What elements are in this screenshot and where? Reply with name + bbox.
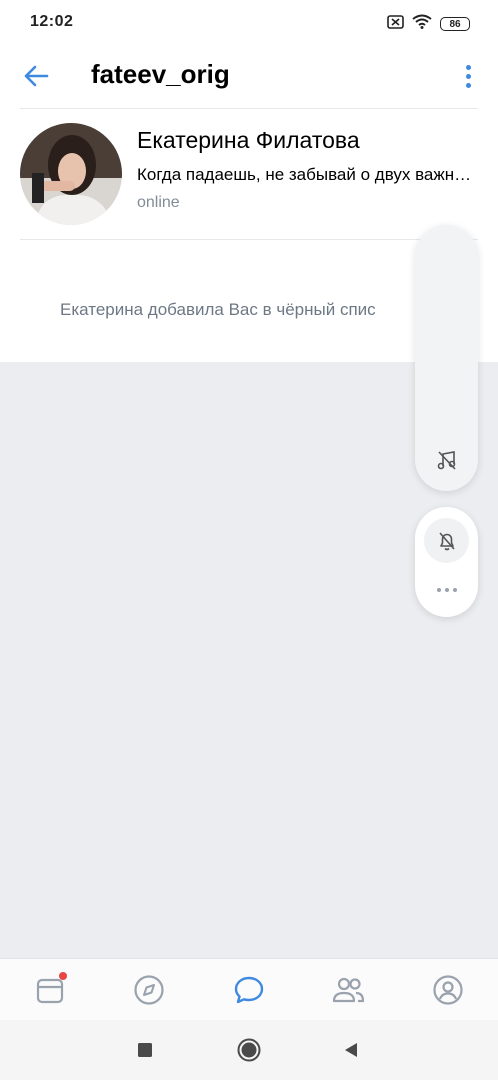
divider: [20, 239, 478, 240]
music-off-icon: [437, 450, 456, 470]
recent-apps-button[interactable]: [132, 1037, 158, 1063]
music-button[interactable]: [424, 442, 469, 477]
actions-panel: [415, 507, 478, 617]
triangle-back-icon: [345, 1043, 357, 1057]
square-icon: [138, 1043, 152, 1057]
more-actions-button[interactable]: [424, 575, 469, 605]
nav-news[interactable]: [28, 969, 72, 1011]
arrow-left-icon: [24, 65, 49, 87]
nav-friends[interactable]: [326, 969, 370, 1011]
profile-status: Когда падаешь, не забывай о двух важных …: [137, 165, 475, 184]
online-status: online: [137, 194, 180, 211]
nav-messages[interactable]: [227, 969, 271, 1011]
divider: [20, 108, 478, 109]
system-navigation: [0, 1020, 498, 1080]
explore-icon: [134, 975, 164, 1005]
wifi-icon: [412, 14, 432, 34]
status-icons: 86: [387, 14, 470, 34]
messages-icon: [234, 976, 264, 1004]
bottom-navigation: [0, 958, 498, 1020]
blacklist-message: Екатерина добавила Вас в чёрный спис: [60, 300, 376, 319]
avatar[interactable]: [20, 123, 122, 225]
status-time: 12:02: [30, 13, 74, 30]
profile-name[interactable]: Екатерина Филатова: [137, 127, 360, 154]
status-bar: 12:02 86: [0, 0, 498, 44]
sim-off-icon: [387, 14, 404, 34]
nav-explore[interactable]: [127, 969, 171, 1011]
home-circle-icon: [237, 1038, 261, 1062]
page-title[interactable]: fateev_orig: [91, 59, 230, 90]
chat-header: fateev_orig: [0, 44, 498, 108]
more-horizontal-icon: [436, 588, 441, 592]
more-options-button[interactable]: [456, 58, 480, 94]
friends-icon: [332, 977, 365, 1003]
more-vertical-icon: [465, 64, 471, 70]
system-back-button[interactable]: [338, 1037, 364, 1063]
bell-off-icon: [438, 531, 455, 550]
notification-dot: [59, 972, 67, 980]
mute-button[interactable]: [424, 518, 469, 563]
battery-icon: 86: [440, 17, 470, 31]
home-button[interactable]: [236, 1037, 262, 1063]
profile-icon: [433, 975, 463, 1005]
back-button[interactable]: [18, 58, 54, 94]
nav-profile[interactable]: [426, 969, 470, 1011]
media-panel: [415, 225, 478, 491]
